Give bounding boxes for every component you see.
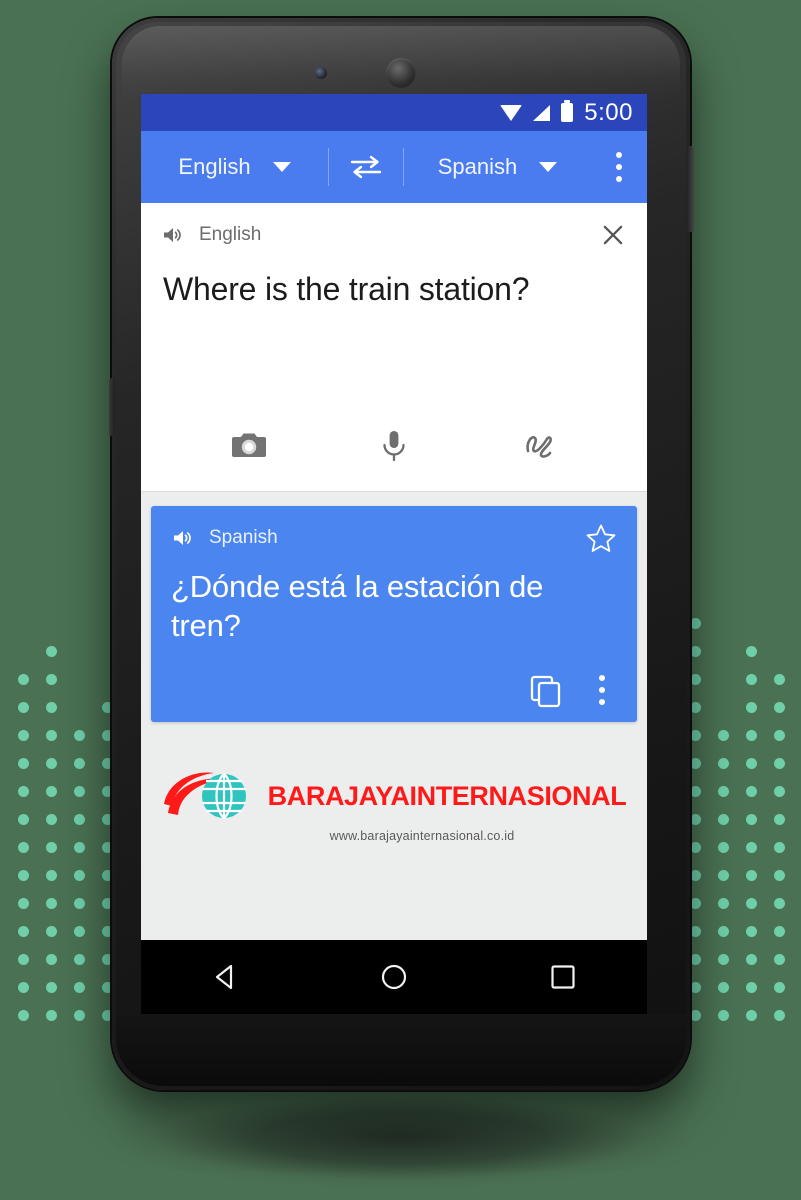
- source-text[interactable]: Where is the train station?: [141, 249, 647, 399]
- handwriting-input-button[interactable]: [466, 425, 611, 465]
- source-language-label: English: [178, 154, 251, 179]
- earpiece-speaker: [386, 58, 416, 88]
- translation-overflow-button[interactable]: [587, 674, 617, 705]
- translated-text[interactable]: ¿Dónde está la estación de tren?: [171, 554, 617, 646]
- overflow-menu-button[interactable]: [591, 131, 647, 203]
- front-camera: [315, 67, 327, 79]
- phone-chin: [116, 1014, 686, 1086]
- source-card-header: English: [141, 203, 647, 249]
- translation-card-header: Spanish: [171, 522, 617, 554]
- voice-input-button[interactable]: [322, 425, 467, 465]
- wifi-icon: [500, 104, 523, 121]
- close-icon[interactable]: [599, 221, 627, 249]
- power-button[interactable]: [687, 146, 694, 232]
- source-text-card: English Where is the train station?: [141, 203, 647, 492]
- watermark-row: BARAJAYAINTERNASIONAL: [162, 768, 627, 826]
- battery-icon: [561, 103, 574, 122]
- input-method-bar: [141, 399, 647, 491]
- phone-screen: 5:00 English Spanish English Where is th…: [141, 94, 647, 940]
- android-nav-bar: [141, 940, 647, 1014]
- recents-button[interactable]: [546, 960, 580, 994]
- globe-logo-icon: [163, 772, 246, 819]
- handwriting-icon: [525, 436, 552, 458]
- chevron-down-icon: [539, 162, 558, 172]
- translation-actions: [171, 646, 617, 708]
- watermark-brand: BARAJAYAINTERNASIONAL: [267, 781, 627, 811]
- camera-icon: [232, 433, 267, 457]
- volume-button[interactable]: [109, 378, 115, 436]
- star-outline-icon[interactable]: [585, 522, 617, 554]
- phone-device: 5:00 English Spanish English Where is th…: [109, 18, 694, 1090]
- phone-floor-shadow: [50, 1078, 751, 1198]
- speaker-icon[interactable]: [161, 223, 185, 247]
- target-language-label: Spanish: [437, 154, 518, 179]
- translate-toolbar: English Spanish: [141, 131, 647, 203]
- back-button[interactable]: [208, 960, 242, 994]
- watermark-url: www.barajayainternasional.co.id: [329, 828, 515, 843]
- source-language-selector[interactable]: English: [141, 131, 328, 203]
- translation-language-label: Spanish: [209, 527, 278, 548]
- translation-card: Spanish ¿Dónde está la estación de tren?: [151, 506, 637, 722]
- source-card-language-label: English: [199, 224, 262, 245]
- camera-input-button[interactable]: [177, 425, 322, 465]
- target-language-selector[interactable]: Spanish: [404, 131, 591, 203]
- translation-area: Spanish ¿Dónde está la estación de tren?: [141, 492, 647, 843]
- overflow-menu-icon: [599, 674, 605, 681]
- chevron-down-icon: [272, 162, 291, 172]
- swap-arrows-icon: [350, 155, 382, 179]
- overflow-menu-icon: [616, 152, 622, 158]
- speaker-icon[interactable]: [171, 526, 195, 550]
- microphone-icon: [383, 431, 405, 462]
- home-button[interactable]: [377, 960, 411, 994]
- status-bar-clock: 5:00: [584, 98, 633, 126]
- status-bar: 5:00: [141, 94, 647, 131]
- copy-icon[interactable]: [527, 672, 563, 708]
- watermark: BARAJAYAINTERNASIONAL www.barajayaintern…: [151, 722, 637, 843]
- swap-languages-button[interactable]: [329, 131, 403, 203]
- signal-icon: [533, 104, 551, 121]
